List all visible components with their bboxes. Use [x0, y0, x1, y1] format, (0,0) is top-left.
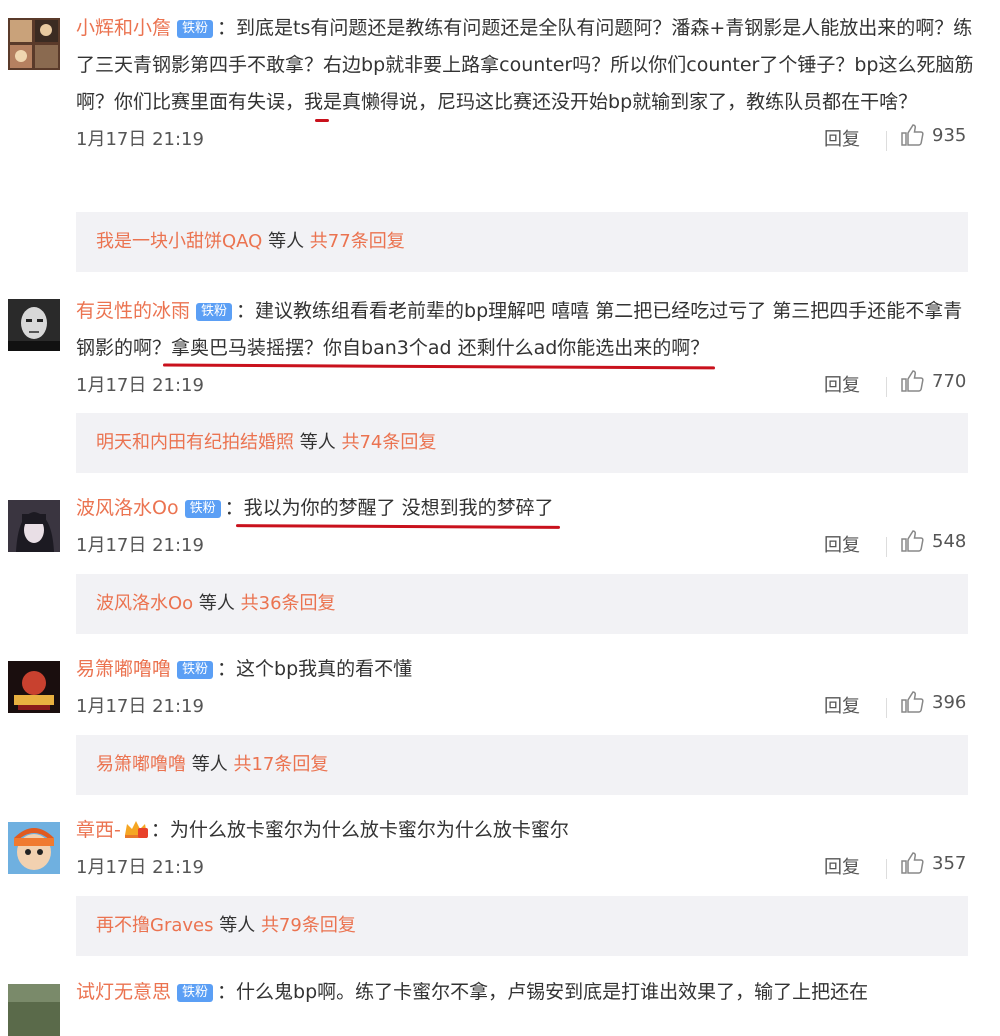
fan-badge[interactable]: 铁粉 — [177, 661, 214, 679]
timestamp: 1月17日 21:19 — [76, 535, 204, 556]
comment-feed: 小辉和小詹 铁粉 ：到底是ts有问题还是教练有问题还是全队有问题阿？潘森+青钢影是人… — [0, 0, 1000, 1036]
fan-badge[interactable]: 铁粉 — [184, 500, 221, 518]
reply-user-link[interactable]: 易箫嘟噜噜 — [96, 754, 186, 775]
timestamp: 1月17日 21:19 — [76, 129, 204, 150]
more-replies-box[interactable]: 易箫嘟噜噜 等人 共17条回复 — [76, 735, 968, 795]
comment-meta: 1月17日 21:19 回复 357 — [76, 849, 976, 885]
comment-meta: 1月17日 21:19 回复 396 — [76, 688, 976, 724]
thumbs-up-icon — [901, 370, 924, 392]
divider — [886, 859, 887, 879]
reply-button[interactable]: 回复 — [824, 853, 860, 879]
username-link[interactable]: 章西- — [76, 819, 121, 841]
avatar[interactable] — [8, 822, 60, 874]
more-replies-box[interactable]: 波风洛水Oo 等人 共36条回复 — [76, 574, 968, 634]
comment-text-part: 你们比赛里面有失误，我是真懒得说，尼玛这比赛还没开始bp就输到家了，教练队员都在… — [114, 91, 918, 113]
avatar-image-icon — [8, 822, 60, 874]
fan-badge[interactable]: 铁粉 — [177, 20, 214, 38]
comment-text: 有灵性的冰雨 铁粉 ：建议教练组看看老前辈的bp理解吧 嘻嘻 第二把已经吃过亏了 第… — [76, 293, 976, 367]
thumbs-up-icon — [901, 530, 924, 552]
divider — [886, 131, 887, 151]
username-link[interactable]: 小辉和小詹 — [76, 17, 171, 39]
reply-button[interactable]: 回复 — [824, 371, 860, 397]
username-link[interactable]: 易箫嘟噜噜 — [76, 658, 171, 680]
thumbs-up-icon — [901, 852, 924, 874]
comment-meta: 1月17日 21:19 回复 770 — [76, 367, 976, 403]
reply-summary-text: 等人 — [262, 231, 310, 252]
reply-user-link[interactable]: 明天和内田有纪拍结婚照 — [96, 432, 294, 453]
comment-text: 易箫嘟噜噜 铁粉 ：这个bp我真的看不懂 — [76, 651, 976, 688]
reply-user-link[interactable]: 波风洛水Oo — [96, 593, 193, 614]
comment-text: 小辉和小詹 铁粉 ：到底是ts有问题还是教练有问题还是全队有问题阿？潘森+青钢影是人… — [76, 10, 976, 121]
reply-button[interactable]: 回复 — [824, 692, 860, 718]
avatar-image-icon — [8, 984, 60, 1036]
username-link[interactable]: 有灵性的冰雨 — [76, 300, 190, 322]
avatar[interactable] — [8, 500, 60, 552]
avatar[interactable] — [8, 299, 60, 351]
comment-text-part: ： — [224, 497, 244, 519]
like-count: 770 — [932, 370, 967, 392]
more-replies-box[interactable]: 明天和内田有纪拍结婚照 等人 共74条回复 — [76, 413, 968, 473]
timestamp: 1月17日 21:19 — [76, 696, 204, 717]
more-replies-box[interactable]: 我是一块小甜饼QAQ 等人 共77条回复 — [76, 212, 968, 272]
reply-user-link[interactable]: 再不撸Graves — [96, 915, 213, 936]
reply-summary-text: 等人 — [193, 593, 241, 614]
like-count: 357 — [932, 852, 967, 874]
reply-summary-text: 等人 — [213, 915, 261, 936]
reply-count-link[interactable]: 共74条回复 — [341, 432, 436, 453]
like-count: 935 — [932, 124, 967, 146]
reply-count-link[interactable]: 共36条回复 — [241, 593, 336, 614]
avatar-image-icon — [8, 661, 60, 713]
comment-text-part: ：为什么放卡蜜尔为什么放卡蜜尔为什么放卡蜜尔 — [150, 819, 569, 841]
crown-badge-icon[interactable] — [123, 819, 149, 839]
comment-meta: 1月17日 21:19 回复 935 — [76, 121, 976, 157]
avatar-image-icon — [8, 18, 60, 70]
like-button[interactable]: 357 — [900, 851, 966, 875]
like-button[interactable]: 935 — [900, 123, 966, 147]
reply-user-link[interactable]: 我是一块小甜饼QAQ — [96, 231, 262, 252]
avatar[interactable] — [8, 18, 60, 70]
divider — [886, 377, 887, 397]
avatar-image-icon — [8, 500, 60, 552]
like-button[interactable]: 548 — [900, 529, 966, 553]
thumbs-up-icon — [901, 124, 924, 146]
reply-button[interactable]: 回复 — [824, 125, 860, 151]
timestamp: 1月17日 21:19 — [76, 857, 204, 878]
reply-count-link[interactable]: 共79条回复 — [261, 915, 356, 936]
avatar-image-icon — [8, 299, 60, 351]
fan-badge[interactable]: 铁粉 — [177, 984, 214, 1002]
reply-button[interactable]: 回复 — [824, 531, 860, 557]
comment-text: 试灯无意思 铁粉 ：什么鬼bp啊。练了卡蜜尔不拿，卢锡安到底是打谁出效果了，输了上把… — [76, 974, 976, 1011]
comment-text: 章西- ：为什么放卡蜜尔为什么放卡蜜尔为什么放卡蜜尔 — [76, 812, 976, 849]
username-link[interactable]: 波风洛水Oo — [76, 497, 179, 519]
comment-meta: 1月17日 21:19 回复 548 — [76, 527, 976, 563]
divider — [886, 698, 887, 718]
avatar[interactable] — [8, 661, 60, 713]
reply-count-link[interactable]: 共17条回复 — [233, 754, 328, 775]
like-button[interactable]: 396 — [900, 690, 966, 714]
avatar[interactable] — [8, 984, 60, 1036]
underlined-text: 拿奥巴马装摇摆？你自ban3个ad 还剩什么ad你能选出来的啊？ — [171, 337, 710, 359]
reply-summary-text: 等人 — [186, 754, 234, 775]
like-button[interactable]: 770 — [900, 369, 966, 393]
timestamp: 1月17日 21:19 — [76, 375, 204, 396]
more-replies-box[interactable]: 再不撸Graves 等人 共79条回复 — [76, 896, 968, 956]
reply-summary-text: 等人 — [294, 432, 342, 453]
like-count: 396 — [932, 691, 967, 713]
divider — [886, 537, 887, 557]
comment-text-part: ：这个bp我真的看不懂 — [217, 658, 413, 680]
reply-count-link[interactable]: 共77条回复 — [310, 231, 405, 252]
fan-badge[interactable]: 铁粉 — [196, 303, 233, 321]
comment-text: 波风洛水Oo 铁粉 ：我以为你的梦醒了 没想到我的梦碎了 — [76, 490, 976, 527]
thumbs-up-icon — [901, 691, 924, 713]
underlined-text: 我以为你的梦醒了 没想到我的梦碎了 — [243, 497, 554, 519]
like-count: 548 — [932, 530, 967, 552]
